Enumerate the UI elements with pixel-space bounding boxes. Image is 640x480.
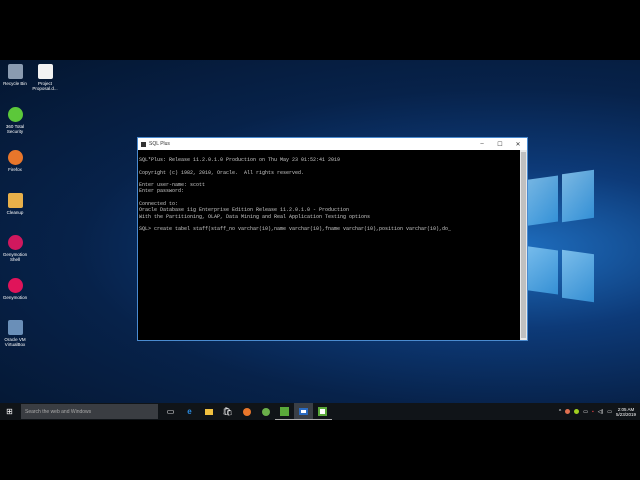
- project-proposal-icon: [37, 64, 53, 79]
- system-tray: ^ ▭ ▪ ◁) ▭ 2:05 AM 5/23/2019: [559, 403, 636, 420]
- maximize-button[interactable]: ☐: [491, 141, 509, 148]
- desktop-icon-360-total-security[interactable]: 360 Total Security: [0, 107, 30, 134]
- close-button[interactable]: ✕: [509, 141, 527, 148]
- desktop-icon-label: Firefox: [8, 167, 22, 172]
- file-explorer-icon[interactable]: [199, 403, 218, 420]
- desktop-icon-genymotion-shell[interactable]: Genymotion Shell: [0, 235, 30, 262]
- desktop-icon-project-proposal[interactable]: Project Proposal.d...: [30, 64, 60, 91]
- edge-icon[interactable]: e: [180, 403, 199, 420]
- scrollbar[interactable]: [520, 150, 527, 340]
- console-output[interactable]: SQL*Plus: Release 11.2.0.1.0 Production …: [138, 150, 520, 340]
- windows-logo-pane: [562, 249, 594, 303]
- desktop-icon-cleanup[interactable]: Cleanup: [0, 193, 30, 215]
- virtualbox-icon: [7, 320, 23, 335]
- taskbar: ⊞ Search the web and Windows ▭ e 🛍 ^ ▭ ▪…: [0, 403, 640, 420]
- time: 2:05 AM: [617, 406, 635, 412]
- tray-device-icon[interactable]: ▭: [583, 409, 588, 415]
- clock[interactable]: 2:05 AM 5/23/2019: [616, 407, 636, 417]
- desktop-icon-label: Genymotion Shell: [2, 252, 28, 262]
- sqlplus-window[interactable]: SQL Plus – ☐ ✕ SQL*Plus: Release 11.2.0.…: [137, 137, 528, 341]
- desktop-icon-label: Cleanup: [6, 210, 24, 215]
- android-studio-icon[interactable]: [256, 403, 275, 420]
- genymotion-shell-icon: [7, 235, 23, 250]
- volume-icon[interactable]: ◁): [598, 409, 604, 415]
- genymotion-icon: [7, 278, 23, 293]
- network-icon[interactable]: ▪: [592, 409, 594, 415]
- camtasia-icon[interactable]: [275, 403, 294, 420]
- firefox-icon[interactable]: [237, 403, 256, 420]
- cleanup-icon: [7, 193, 23, 208]
- desktop-icon-recycle-bin[interactable]: Recycle Bin: [0, 64, 30, 86]
- store-icon[interactable]: 🛍: [218, 403, 237, 420]
- tray-app-icon[interactable]: [565, 409, 571, 414]
- desktop-icon-label: 360 Total Security: [5, 124, 25, 134]
- firefox-icon: [7, 150, 23, 165]
- sqlplus-taskbar-icon[interactable]: [294, 403, 313, 420]
- desktop-icon-firefox[interactable]: Firefox: [0, 150, 30, 172]
- window-title: SQL Plus: [149, 141, 170, 147]
- minimize-button[interactable]: –: [473, 141, 491, 147]
- notifications-icon[interactable]: ▭: [607, 409, 612, 415]
- start-button[interactable]: ⊞: [0, 403, 19, 420]
- date: 5/23/2019: [615, 411, 636, 417]
- tray-360-icon[interactable]: [574, 409, 580, 414]
- windows-logo-pane: [562, 169, 594, 223]
- desktop-icon-virtualbox[interactable]: Oracle VM VirtualBox: [0, 320, 30, 347]
- 360-total-security-icon: [7, 107, 23, 122]
- desktop-icon-label: Recycle Bin: [3, 81, 27, 86]
- task-view-icon[interactable]: ▭: [161, 403, 180, 420]
- desktop-icon-label: Genymotion: [2, 295, 28, 300]
- desktop-icon-label: Project Proposal.d...: [32, 81, 58, 91]
- console-line: SQL> create tabel staff(staff_no varchar…: [139, 226, 452, 233]
- chevron-up-icon[interactable]: ^: [559, 409, 561, 415]
- title-bar[interactable]: SQL Plus – ☐ ✕: [138, 138, 527, 150]
- search-input[interactable]: Search the web and Windows: [21, 404, 158, 419]
- recycle-bin-icon: [7, 64, 23, 79]
- desktop-icon-genymotion[interactable]: Genymotion: [0, 278, 30, 300]
- desktop-icon-label: Oracle VM VirtualBox: [4, 337, 26, 347]
- camtasia-recorder-icon[interactable]: [313, 403, 332, 420]
- scrollbar-thumb[interactable]: [521, 152, 526, 338]
- app-icon: [141, 141, 146, 147]
